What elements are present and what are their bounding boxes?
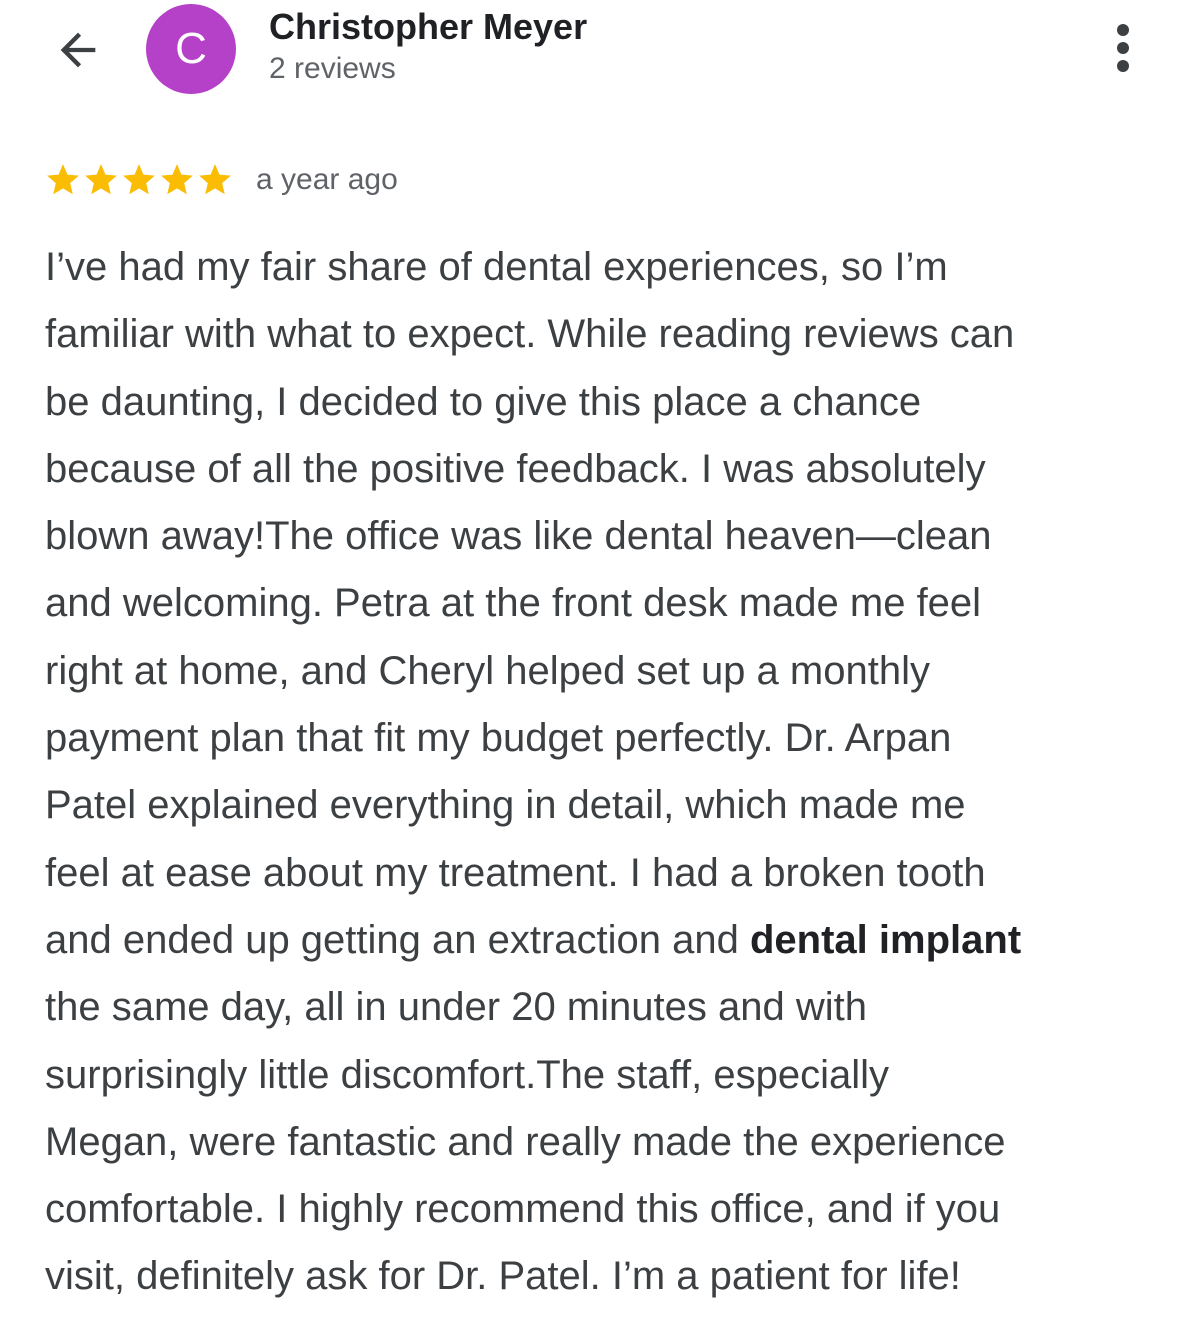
review-text-bold: dental implant	[750, 917, 1022, 962]
star-icon	[123, 164, 155, 195]
review-text-segment: payment plan that fit my budget perfectl…	[45, 716, 952, 761]
rating-row: a year ago	[44, 158, 398, 202]
review-text-segment: and ended up getting an extraction and	[45, 917, 750, 962]
review-text-line: visit, definitely ask for Dr. Patel. I’m…	[45, 1243, 1175, 1310]
review-text-segment: because of all the positive feedback. I …	[45, 446, 986, 491]
review-text-segment: comfortable. I highly recommend this off…	[45, 1187, 1001, 1232]
review-text-line: blown away!The office was like dental he…	[45, 503, 1175, 570]
review-text-line: feel at ease about my treatment. I had a…	[45, 840, 1175, 907]
review-text-segment: feel at ease about my treatment. I had a…	[45, 850, 986, 895]
review-text-segment: visit, definitely ask for Dr. Patel. I’m…	[45, 1254, 961, 1299]
review-text-line: surprisingly little discomfort.The staff…	[45, 1042, 1175, 1109]
review-text-line: Megan, were fantastic and really made th…	[45, 1109, 1175, 1176]
arrow-back-icon	[52, 24, 104, 76]
review-text-segment: and welcoming. Petra at the front desk m…	[45, 581, 982, 626]
star-icon	[199, 164, 231, 195]
review-text-segment: surprisingly little discomfort.The staff…	[45, 1052, 890, 1097]
review-text-segment: I’ve had my fair share of dental experie…	[45, 245, 948, 289]
review-text-line: the same day, all in under 20 minutes an…	[45, 974, 1175, 1041]
review-text-line: because of all the positive feedback. I …	[45, 436, 1175, 503]
review-text-segment: Patel explained everything in detail, wh…	[45, 783, 966, 828]
review-text-line: familiar with what to expect. While read…	[45, 301, 1175, 368]
review-text-line: payment plan that fit my budget perfectl…	[45, 705, 1175, 772]
review-text-segment: be daunting, I decided to give this plac…	[45, 379, 922, 424]
more-vert-icon-dot-3	[1117, 60, 1129, 72]
review-text-line: and welcoming. Petra at the front desk m…	[45, 570, 1175, 637]
more-vert-icon-dot-1	[1117, 24, 1129, 36]
star-icon	[161, 164, 193, 195]
more-vert-icon-dot-2	[1117, 42, 1129, 54]
review-text-segment: familiar with what to expect. While read…	[45, 312, 1015, 357]
review-text: I’ve had my fair share of dental experie…	[45, 234, 1175, 1311]
review-text-segment: Megan, were fantastic and really made th…	[45, 1119, 1006, 1164]
review-text-line: Patel explained everything in detail, wh…	[45, 772, 1175, 839]
review-text-line: comfortable. I highly recommend this off…	[45, 1176, 1175, 1243]
review-text-line: and ended up getting an extraction and d…	[45, 907, 1175, 974]
review-count: 2 reviews	[269, 52, 396, 85]
review-text-segment: blown away!The office was like dental he…	[45, 514, 992, 559]
star-rating	[44, 161, 234, 199]
star-icon	[47, 164, 79, 195]
review-text-segment: the same day, all in under 20 minutes an…	[45, 985, 867, 1030]
reviewer-name[interactable]: Christopher Meyer	[269, 6, 587, 48]
back-button[interactable]	[50, 22, 106, 78]
review-text-segment: right at home, and Cheryl helped set up …	[45, 648, 930, 693]
star-icon	[85, 164, 117, 195]
review-text-line: I’ve had my fair share of dental experie…	[45, 234, 1175, 301]
avatar[interactable]: C	[146, 4, 236, 94]
review-time: a year ago	[256, 163, 398, 196]
review-text-line: right at home, and Cheryl helped set up …	[45, 638, 1175, 705]
review-text-line: be daunting, I decided to give this plac…	[45, 369, 1175, 436]
more-options-button[interactable]	[1098, 18, 1148, 78]
avatar-initial: C	[175, 24, 207, 73]
